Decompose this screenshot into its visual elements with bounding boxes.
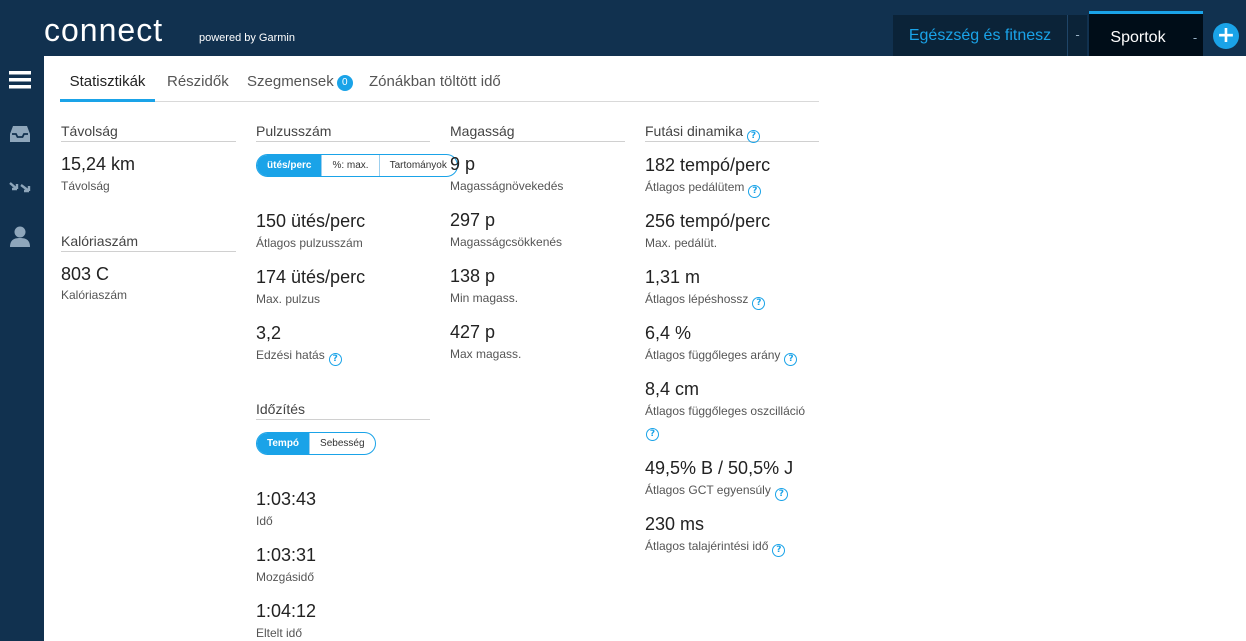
avg-cadence-value: 182 tempó/perc — [645, 155, 771, 175]
gct-balance-label: Átlagos GCT egyensúly — [645, 483, 771, 497]
elapsed-time-value: 1:04:12 — [256, 601, 317, 621]
elev-gain-value: 9 p — [450, 154, 476, 174]
moving-time-value: 1:03:31 — [256, 545, 317, 565]
toggle-percent-max[interactable]: %: max. — [321, 155, 378, 176]
toggle-bpm[interactable]: ütés/perc — [257, 155, 322, 176]
elev-loss-label: Magasságcsökkenés — [450, 235, 563, 249]
help-icon[interactable]: ? — [772, 544, 786, 557]
calories-value: 803 C — [61, 264, 110, 284]
training-effect-row: Edzési hatás? — [256, 348, 342, 366]
timing-toggle: Tempó Sebesség — [256, 432, 376, 455]
avg-cadence-label: Átlagos pedálütem — [645, 180, 745, 194]
timing-heading: Időzítés — [256, 401, 430, 420]
elev-min-label: Min magass. — [450, 291, 519, 305]
avg-cadence-row: Átlagos pedálütem? — [645, 180, 762, 198]
tab-stats[interactable]: Statisztikák — [60, 62, 155, 102]
tab-segments-label: Szegmensek — [247, 73, 334, 90]
heart-rate-toggle: ütés/perc %: max. Tartományok — [256, 154, 458, 177]
help-icon[interactable]: ? — [774, 488, 788, 501]
training-effect-value: 3,2 — [256, 323, 282, 343]
time-value: 1:03:43 — [256, 489, 317, 509]
sidebar — [0, 56, 44, 641]
calories-heading: Kalóriaszám — [61, 233, 236, 252]
training-effect-label: Edzési hatás — [256, 348, 325, 362]
nav-sports-dropdown[interactable]: - — [1187, 11, 1203, 56]
gct-balance-value: 49,5% B / 50,5% J — [645, 458, 794, 478]
help-icon[interactable]: ? — [784, 353, 798, 366]
help-icon[interactable]: ? — [747, 130, 761, 143]
stride-length-label: Átlagos lépéshossz — [645, 292, 749, 306]
avg-hr-value: 150 ütés/perc — [256, 211, 366, 231]
logo-subtitle: powered by Garmin — [199, 32, 295, 44]
max-cadence-value: 256 tempó/perc — [645, 211, 771, 231]
vertical-ratio-value: 6,4 % — [645, 323, 692, 343]
vertical-ratio-label: Átlagos függőleges arány — [645, 348, 781, 362]
time-label: Idő — [256, 514, 273, 528]
distance-heading: Távolság — [61, 123, 236, 142]
help-icon[interactable]: ? — [748, 185, 762, 198]
vertical-ratio-row: Átlagos függőleges arány? — [645, 348, 798, 366]
vertical-oscillation-label: Átlagos függőleges oszcilláció — [645, 404, 806, 418]
nav-sports[interactable]: Sportok — [1089, 11, 1187, 56]
max-cadence-label: Max. pedálüt. — [645, 236, 718, 250]
ground-contact-time-label: Átlagos talajérintési idő — [645, 539, 769, 553]
distance-value: 15,24 km — [61, 154, 136, 174]
toggle-pace[interactable]: Tempó — [257, 433, 310, 454]
activity-tabs: Statisztikák Részidők Szegmensek 0 Zónákb… — [60, 62, 819, 102]
gct-balance-row: Átlagos GCT egyensúly? — [645, 483, 788, 501]
toggle-zones[interactable]: Tartományok — [378, 155, 457, 176]
help-icon[interactable]: ? — [328, 353, 342, 366]
nav-health-dropdown[interactable]: - — [1067, 15, 1087, 56]
moving-time-label: Mozgásidő — [256, 570, 315, 584]
calories-label: Kalóriaszám — [61, 288, 128, 302]
elev-loss-value: 297 p — [450, 210, 496, 230]
distance-label: Távolság — [61, 179, 110, 193]
help-icon[interactable]: ? — [646, 428, 659, 441]
avg-hr-label: Átlagos pulzusszám — [256, 236, 363, 250]
elev-max-label: Max magass. — [450, 347, 522, 361]
inbox-icon[interactable] — [8, 122, 32, 146]
elev-gain-label: Magasságnövekedés — [450, 179, 564, 193]
elevation-heading: Magasság — [450, 123, 625, 142]
user-icon[interactable] — [8, 224, 32, 248]
elev-max-value: 427 p — [450, 322, 496, 342]
tab-segments[interactable]: Szegmensek 0 — [247, 62, 353, 102]
stride-length-value: 1,31 m — [645, 267, 701, 287]
connect-logo[interactable]: connect — [44, 12, 163, 48]
vertical-oscillation-value: 8,4 cm — [645, 379, 700, 399]
add-button[interactable]: + — [1213, 23, 1239, 49]
running-dynamics-title: Futási dinamika — [645, 123, 744, 139]
heart-rate-heading: Pulzusszám — [256, 123, 430, 142]
top-bar: connect powered by Garmin Egészség és fi… — [0, 0, 1246, 56]
running-dynamics-heading: Futási dinamika? — [645, 123, 819, 143]
max-hr-value: 174 ütés/perc — [256, 267, 366, 287]
ground-contact-time-value: 230 ms — [645, 514, 705, 534]
stride-length-row: Átlagos lépéshossz? — [645, 292, 766, 310]
max-hr-label: Max. pulzus — [256, 292, 321, 306]
tab-zones[interactable]: Zónákban töltött idő — [369, 62, 501, 102]
arrows-icon[interactable] — [8, 175, 32, 199]
segments-count-badge: 0 — [336, 75, 353, 91]
help-icon[interactable]: ? — [752, 297, 766, 310]
toggle-speed[interactable]: Sebesség — [309, 433, 374, 454]
nav-health-fitness[interactable]: Egészség és fitnesz — [893, 15, 1067, 56]
elapsed-time-label: Eltelt idő — [256, 626, 303, 640]
ground-contact-time-row: Átlagos talajérintési idő? — [645, 539, 786, 557]
elev-min-value: 138 p — [450, 266, 496, 286]
tab-splits[interactable]: Részidők — [167, 62, 229, 102]
menu-icon[interactable] — [8, 68, 32, 92]
